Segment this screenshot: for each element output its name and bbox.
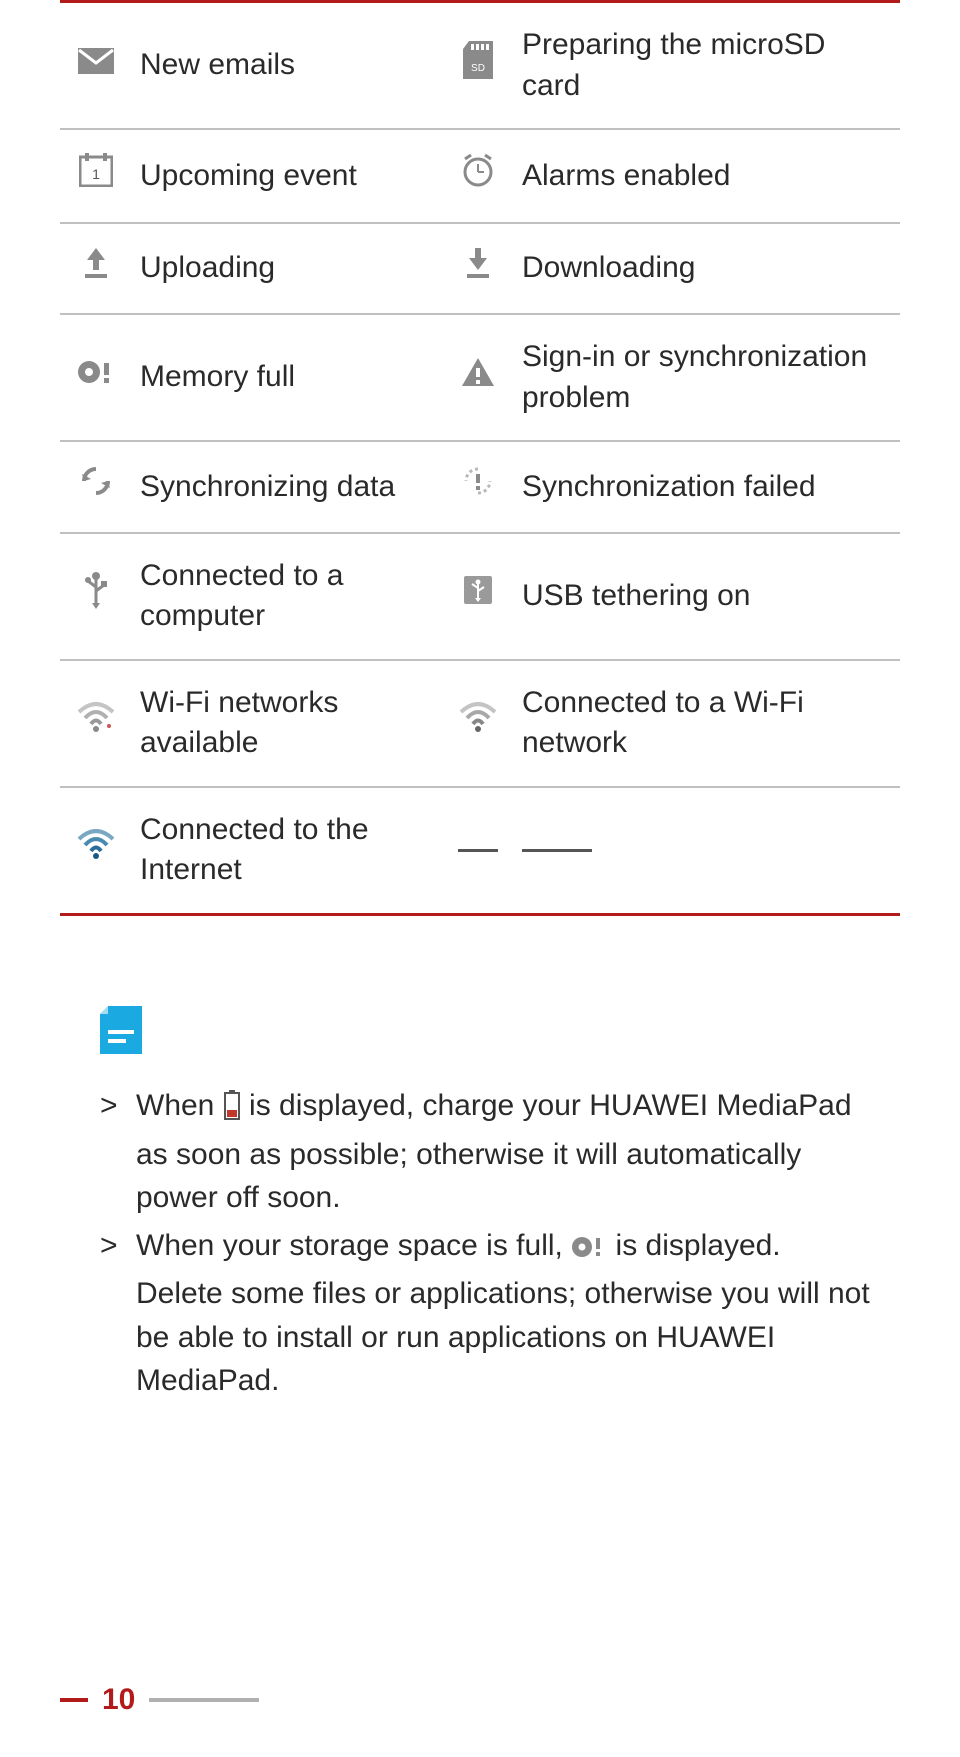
page-number: 10 — [102, 1683, 135, 1717]
table-row: Wi-Fi networks available Connected to a … — [60, 660, 900, 787]
blank-icon — [458, 849, 498, 852]
blank-label — [522, 849, 592, 852]
alarm-label: Alarms enabled — [514, 129, 900, 223]
note-item-storage: When your storage space is full, is disp… — [100, 1224, 870, 1403]
calendar-icon: 1 — [79, 153, 113, 199]
usb-icon — [83, 571, 109, 621]
footer-grey-dash — [149, 1698, 259, 1702]
wifi-connected-label: Connected to a Wi-Fi network — [514, 660, 900, 787]
download-icon — [463, 246, 493, 292]
table-row: 1 Upcoming event Alarms enabled — [60, 129, 900, 223]
notes-block: When is displayed, charge your HUAWEI Me… — [60, 1006, 900, 1403]
sync-failed-icon — [461, 464, 495, 510]
usb-tether-icon — [462, 574, 494, 618]
storage-full-icon — [571, 1229, 607, 1273]
download-label: Downloading — [514, 223, 900, 315]
table-row: Connected to a computer USB tethering on — [60, 533, 900, 660]
memory-full-icon — [76, 357, 116, 399]
sd-card-label: Preparing the microSD card — [514, 2, 900, 130]
page-footer: 10 — [0, 1683, 960, 1757]
table-row: Memory full Sign-in or synchronization p… — [60, 314, 900, 441]
battery-low-icon — [223, 1089, 241, 1133]
alarm-icon — [460, 152, 496, 200]
table-row: New emails SD Preparing the microSD card — [60, 2, 900, 130]
usb-tether-label: USB tethering on — [514, 533, 900, 660]
memory-full-label: Memory full — [132, 314, 442, 441]
footer-accent-dash — [60, 1698, 88, 1702]
table-row: Synchronizing data Synchronization faile… — [60, 441, 900, 533]
upload-icon — [81, 246, 111, 292]
status-icons-table: New emails SD Preparing the microSD card… — [60, 0, 900, 916]
sd-card-icon: SD — [463, 41, 493, 91]
note-item-battery: When is displayed, charge your HUAWEI Me… — [100, 1084, 870, 1220]
sync-failed-label: Synchronization failed — [514, 441, 900, 533]
upload-label: Uploading — [132, 223, 442, 315]
wifi-available-icon — [77, 702, 115, 744]
sync-label: Synchronizing data — [132, 441, 442, 533]
email-label: New emails — [132, 2, 442, 130]
svg-text:1: 1 — [92, 166, 100, 182]
svg-text:SD: SD — [471, 63, 485, 74]
note-icon — [100, 1006, 142, 1067]
wifi-connected-icon — [459, 702, 497, 744]
warning-label: Sign-in or synchronization problem — [514, 314, 900, 441]
internet-icon — [77, 829, 115, 871]
table-row: Connected to the Internet — [60, 787, 900, 915]
sync-icon — [79, 464, 113, 510]
wifi-available-label: Wi-Fi networks available — [132, 660, 442, 787]
email-icon — [77, 46, 115, 87]
table-row: Uploading Downloading — [60, 223, 900, 315]
internet-label: Connected to the Internet — [132, 787, 442, 915]
usb-label: Connected to a computer — [132, 533, 442, 660]
calendar-label: Upcoming event — [132, 129, 442, 223]
warning-icon — [460, 356, 496, 400]
